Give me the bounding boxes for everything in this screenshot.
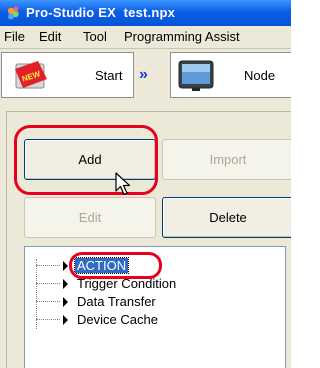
expand-arrow-icon[interactable]: [63, 315, 68, 325]
tree-item-label: Data Transfer: [77, 294, 156, 309]
tree-item-data-transfer[interactable]: Data Transfer: [25, 293, 285, 311]
window-title: Pro-Studio EX test.npx: [26, 5, 176, 20]
new-badge-icon: NEW: [15, 61, 47, 89]
mouse-pointer-icon: [115, 172, 131, 196]
title-bar[interactable]: Pro-Studio EX test.npx: [0, 0, 291, 26]
import-button[interactable]: Import: [162, 139, 291, 180]
nav-start[interactable]: NEW Start: [1, 52, 134, 98]
expand-arrow-icon[interactable]: [63, 297, 68, 307]
tree-branch: [36, 283, 60, 284]
menu-file[interactable]: File: [4, 29, 25, 44]
tree-branch: [36, 319, 60, 320]
tree-branch: [36, 301, 60, 302]
navigation-bar: NEW Start » Node: [0, 49, 291, 106]
tree-item-device-cache[interactable]: Device Cache: [25, 311, 285, 329]
chevron-right-icon: »: [139, 66, 148, 83]
action-item-highlight: [69, 252, 162, 279]
tree-item-label: Device Cache: [77, 312, 158, 327]
tree-item-trigger-condition[interactable]: Trigger Condition: [25, 275, 285, 293]
menu-programming-assist[interactable]: Programming Assist: [124, 29, 240, 44]
nav-node-label: Node: [244, 68, 276, 83]
delete-button[interactable]: Delete: [162, 197, 291, 238]
menu-bar: File Edit Tool Programming Assist: [0, 26, 291, 48]
menu-edit[interactable]: Edit: [39, 29, 61, 44]
add-button-highlight: [14, 125, 158, 195]
edit-button[interactable]: Edit: [24, 197, 156, 238]
tree-branch: [36, 265, 60, 266]
expand-arrow-icon[interactable]: [63, 279, 68, 289]
expand-arrow-icon[interactable]: [63, 261, 68, 271]
pro-studio-app-icon: [7, 6, 19, 20]
nav-node[interactable]: Node: [170, 52, 291, 98]
nav-start-label: Start: [95, 68, 123, 83]
menu-tool[interactable]: Tool: [83, 29, 107, 44]
app-window: Pro-Studio EX test.npx File Edit Tool Pr…: [0, 0, 291, 368]
monitor-icon: [178, 60, 214, 91]
